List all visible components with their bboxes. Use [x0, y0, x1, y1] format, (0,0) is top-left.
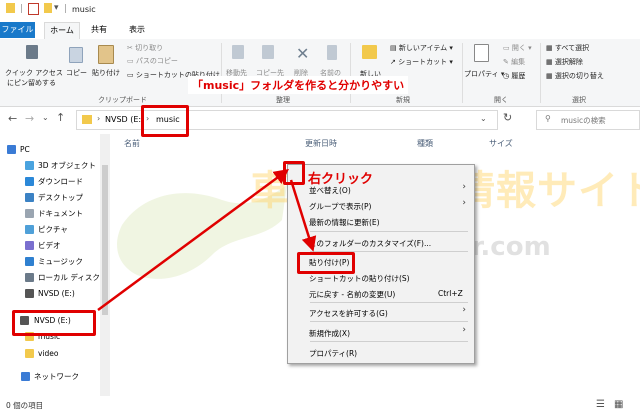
- arrow-to-click-point: [97, 169, 290, 312]
- arrow-to-paste: [289, 179, 317, 252]
- status-bar: 0 個の項目 ☰ ▦: [0, 397, 640, 413]
- annotation-arrows: [97, 169, 317, 312]
- details-view-icon[interactable]: ☰: [596, 399, 605, 410]
- large-icons-view-icon[interactable]: ▦: [614, 399, 623, 410]
- item-count: 0 個の項目: [6, 401, 44, 410]
